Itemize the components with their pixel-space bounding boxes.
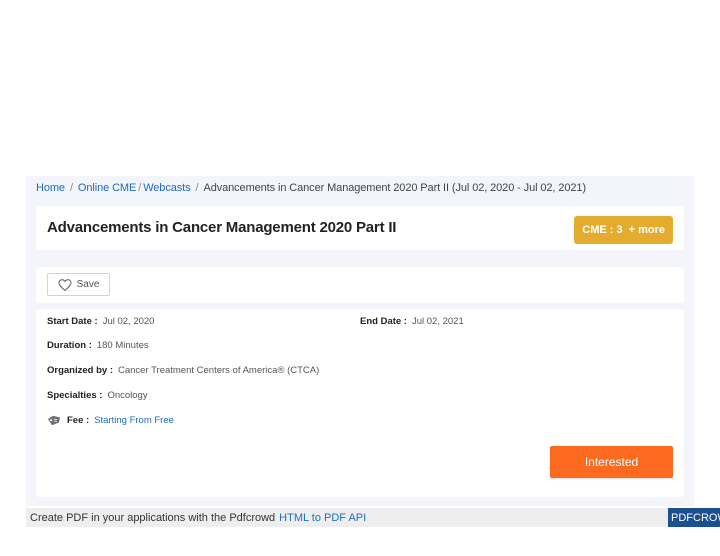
save-button-label: Save bbox=[76, 279, 100, 290]
organized-by-row: Organized by : Cancer Treatment Centers … bbox=[47, 365, 319, 376]
cme-credits-badge[interactable]: CME : 3 + more bbox=[574, 216, 673, 244]
breadcrumb-webcasts-link[interactable]: Webcasts bbox=[143, 182, 190, 194]
duration-label: Duration : bbox=[47, 340, 92, 351]
end-date-label: End Date : bbox=[360, 316, 407, 327]
specialties-label: Specialties : bbox=[47, 390, 103, 401]
breadcrumb-home-link[interactable]: Home bbox=[36, 182, 65, 194]
organized-by-label: Organized by : bbox=[47, 365, 113, 376]
specialties-row: Specialties : Oncology bbox=[47, 390, 148, 401]
start-date-row: Start Date : Jul 02, 2020 bbox=[47, 316, 154, 327]
title-card: Advancements in Cancer Management 2020 P… bbox=[36, 206, 684, 250]
breadcrumb-online-cme-link[interactable]: Online CME bbox=[78, 182, 136, 194]
cme-credits-label: CME : 3 bbox=[582, 224, 623, 236]
actions-card: Save bbox=[36, 267, 684, 303]
end-date-row: End Date : Jul 02, 2021 bbox=[360, 316, 464, 327]
footer-api-link[interactable]: HTML to PDF API bbox=[279, 512, 366, 524]
breadcrumb: Home / Online CME / Webcasts / Advancements in… bbox=[36, 182, 586, 194]
organized-by-value: Cancer Treatment Centers of America® (CT… bbox=[117, 365, 320, 376]
start-date-label: Start Date : bbox=[47, 316, 98, 327]
heart-icon bbox=[58, 278, 72, 291]
pdfcrowd-footer: Create PDF in your applications with the… bbox=[26, 508, 668, 527]
breadcrumb-current: Advancements in Cancer Management 2020 P… bbox=[203, 182, 586, 194]
fee-label: Fee : bbox=[67, 415, 90, 426]
breadcrumb-separator: / bbox=[195, 182, 199, 194]
save-button[interactable]: Save bbox=[47, 273, 110, 296]
details-card: Start Date : Jul 02, 2020 End Date : Jul… bbox=[36, 309, 684, 497]
pdfcrowd-tag[interactable]: PDFCROWD bbox=[668, 508, 720, 527]
fee-value-link[interactable]: Starting From Free bbox=[94, 415, 174, 426]
specialties-value: Oncology bbox=[107, 390, 148, 401]
breadcrumb-separator: / bbox=[138, 182, 142, 194]
fee-row: Fee : Starting From Free bbox=[47, 415, 174, 426]
event-panel: Home / Online CME / Webcasts / Advancements in… bbox=[26, 176, 694, 506]
price-tag-icon bbox=[48, 415, 60, 426]
interested-button[interactable]: Interested bbox=[550, 446, 673, 478]
page-title: Advancements in Cancer Management 2020 P… bbox=[47, 219, 397, 236]
start-date-value: Jul 02, 2020 bbox=[102, 316, 155, 327]
breadcrumb-separator: / bbox=[69, 182, 73, 194]
end-date-value: Jul 02, 2021 bbox=[411, 316, 464, 327]
duration-value: 180 Minutes bbox=[96, 340, 149, 351]
footer-text: Create PDF in your applications with the… bbox=[30, 511, 276, 524]
cme-more-link[interactable]: + more bbox=[629, 224, 665, 236]
duration-row: Duration : 180 Minutes bbox=[47, 340, 149, 351]
